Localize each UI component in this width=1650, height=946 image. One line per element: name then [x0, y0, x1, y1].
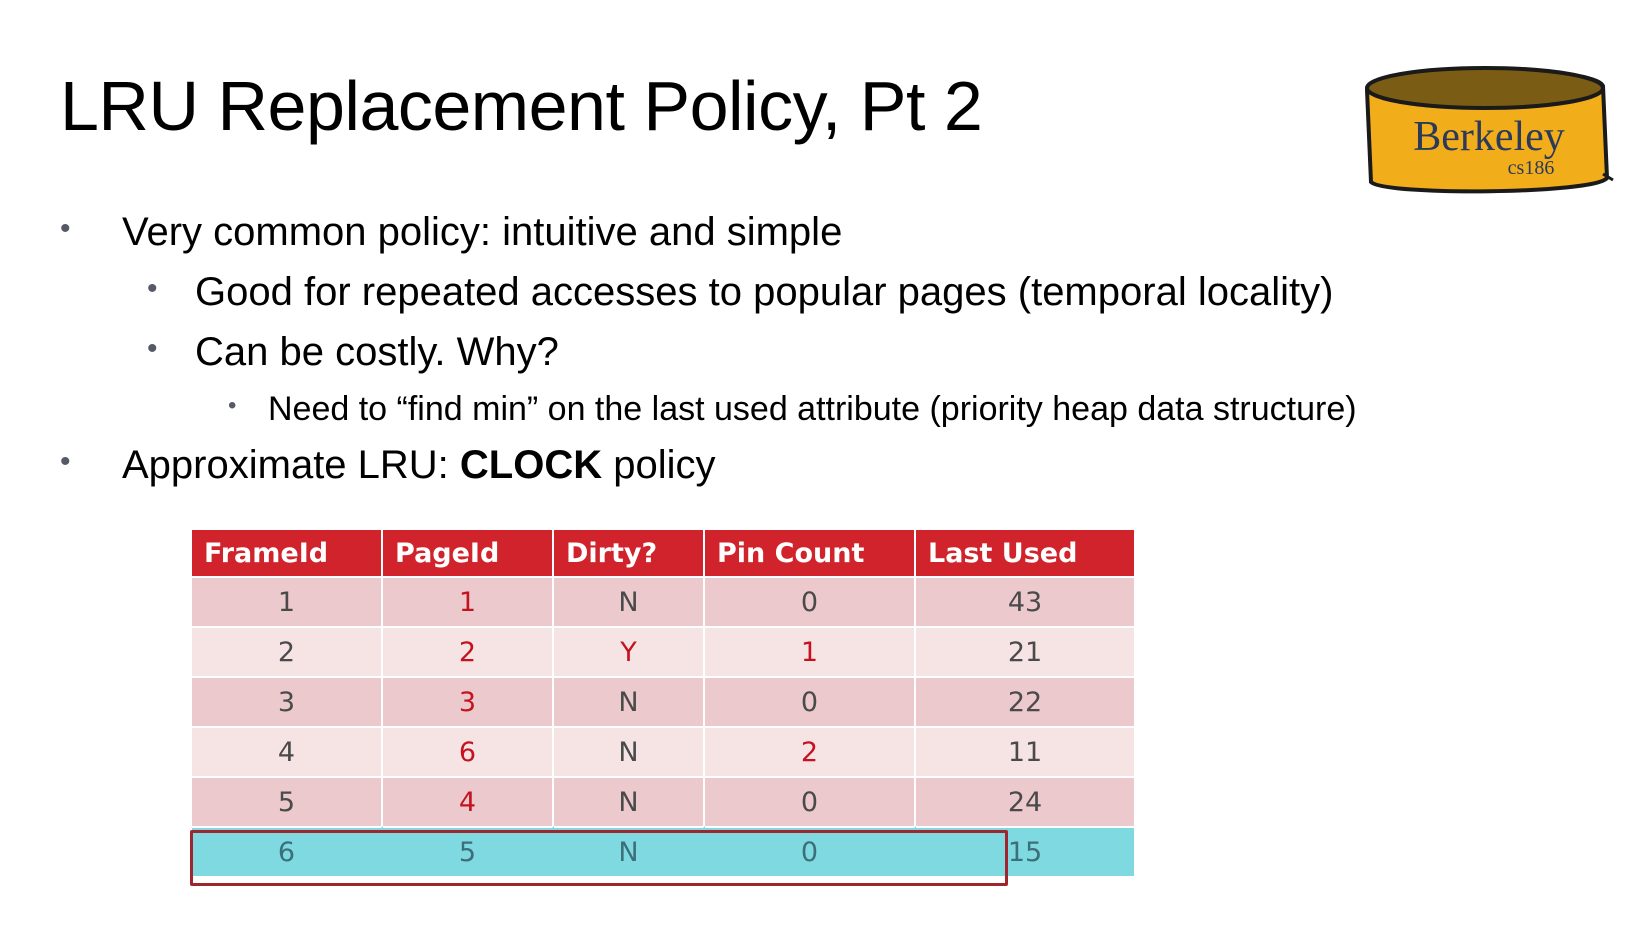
- table-row: 1 1 N 0 43: [192, 576, 1134, 626]
- table-header-row: FrameId PageId Dirty? Pin Count Last Use…: [192, 530, 1134, 576]
- bullet-find-min: • Need to “find min” on the last used at…: [228, 390, 1357, 429]
- header-last-used: Last Used: [916, 530, 1134, 576]
- cell-pageid: 6: [383, 726, 554, 776]
- bullet-text: Good for repeated accesses to popular pa…: [195, 270, 1334, 314]
- table-row: 3 3 N 0 22: [192, 676, 1134, 726]
- header-pin-count: Pin Count: [705, 530, 916, 576]
- cell-frameid: 2: [192, 626, 383, 676]
- cell-last-used: 24: [916, 776, 1134, 826]
- bullet-text: Need to “find min” on the last used attr…: [268, 390, 1357, 428]
- cell-pin-count: 0: [705, 776, 916, 826]
- cell-dirty: N: [554, 676, 705, 726]
- cell-pin-count: 0: [705, 676, 916, 726]
- bullet-marker: •: [60, 445, 71, 478]
- cell-dirty: N: [554, 776, 705, 826]
- cell-pin-count: 1: [705, 626, 916, 676]
- cell-pageid: 3: [383, 676, 554, 726]
- header-frameid: FrameId: [192, 530, 383, 576]
- cell-last-used: 21: [916, 626, 1134, 676]
- highlight-box: [190, 830, 1008, 886]
- header-dirty: Dirty?: [554, 530, 705, 576]
- bullet-text: Can be costly. Why?: [195, 330, 559, 374]
- bullet-marker: •: [60, 212, 71, 245]
- cell-pin-count: 0: [705, 576, 916, 626]
- bullet-marker: •: [228, 392, 237, 419]
- cell-pageid: 2: [383, 626, 554, 676]
- cell-pin-count: 2: [705, 726, 916, 776]
- table-row: 4 6 N 2 11: [192, 726, 1134, 776]
- cell-last-used: 22: [916, 676, 1134, 726]
- cell-pageid: 4: [383, 776, 554, 826]
- cell-last-used: 43: [916, 576, 1134, 626]
- table-row: 5 4 N 0 24: [192, 776, 1134, 826]
- bullet-text-suffix: policy: [602, 443, 716, 487]
- logo-course: cs186: [1508, 157, 1555, 179]
- cell-frameid: 5: [192, 776, 383, 826]
- bullet-marker: •: [147, 332, 158, 365]
- cell-frameid: 4: [192, 726, 383, 776]
- buffer-frame-table: FrameId PageId Dirty? Pin Count Last Use…: [192, 530, 1134, 876]
- bullet-costly: • Can be costly. Why?: [147, 330, 559, 375]
- cell-pageid: 1: [383, 576, 554, 626]
- cell-dirty: N: [554, 576, 705, 626]
- bullet-text: Very common policy: intuitive and simple: [122, 210, 843, 254]
- cell-frameid: 3: [192, 676, 383, 726]
- bullet-text-bold: CLOCK: [459, 443, 603, 487]
- logo-text: Berkeley: [1413, 114, 1565, 160]
- bullet-text-prefix: Approximate LRU:: [122, 443, 460, 487]
- cell-frameid: 1: [192, 576, 383, 626]
- cell-dirty: Y: [554, 626, 705, 676]
- bullet-marker: •: [147, 272, 158, 305]
- table-row: 2 2 Y 1 21: [192, 626, 1134, 676]
- cell-dirty: N: [554, 726, 705, 776]
- slide-title: LRU Replacement Policy, Pt 2: [60, 67, 983, 145]
- header-pageid: PageId: [383, 530, 554, 576]
- bullet-clock-policy: • Approximate LRU: CLOCK policy: [60, 443, 716, 488]
- bullet-common-policy: • Very common policy: intuitive and simp…: [60, 210, 843, 255]
- cell-last-used: 11: [916, 726, 1134, 776]
- bullet-temporal-locality: • Good for repeated accesses to popular …: [147, 270, 1334, 315]
- berkeley-cs186-logo: Berkeley cs186: [1364, 66, 1614, 194]
